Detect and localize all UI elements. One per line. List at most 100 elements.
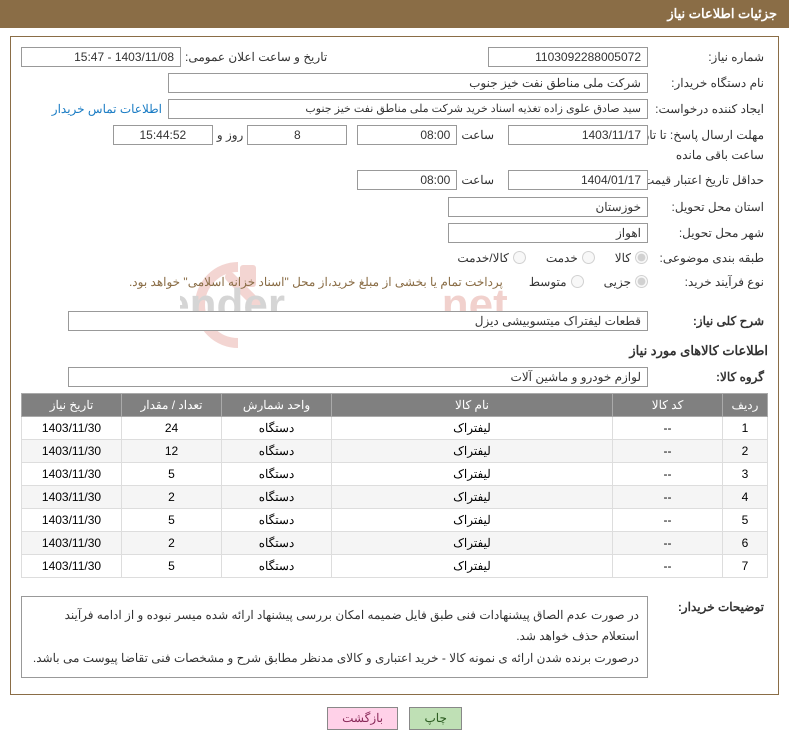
cell-qty: 12 xyxy=(122,439,222,462)
print-button[interactable]: چاپ xyxy=(409,707,461,730)
summary-label: شرح کلی نیاز: xyxy=(648,312,768,330)
radio-service-label: خدمت xyxy=(546,251,578,265)
cell-n: 6 xyxy=(723,531,768,554)
process-type-label: نوع فرآیند خرید: xyxy=(648,273,768,291)
deadline-time: 08:00 xyxy=(357,125,457,145)
cell-qty: 5 xyxy=(122,462,222,485)
need-number-label: شماره نیاز: xyxy=(648,48,768,66)
table-row: 5--لیفتراکدستگاه51403/11/30 xyxy=(22,508,768,531)
table-row: 2--لیفتراکدستگاه121403/11/30 xyxy=(22,439,768,462)
items-section-title: اطلاعات کالاهای مورد نیاز xyxy=(21,343,768,359)
price-validity-label: حداقل تاریخ اعتبار قیمت: تا تاریخ: xyxy=(648,170,768,191)
province-label: استان محل تحویل: xyxy=(648,198,768,216)
buyer-org-label: نام دستگاه خریدار: xyxy=(648,74,768,92)
radio-goods-label: کالا xyxy=(615,251,631,265)
cell-unit: دستگاه xyxy=(222,462,332,485)
deadline-date: 1403/11/17 xyxy=(508,125,648,145)
category-label: طبقه بندی موضوعی: xyxy=(648,249,768,267)
cell-code: -- xyxy=(613,439,723,462)
cell-unit: دستگاه xyxy=(222,439,332,462)
cell-name: لیفتراک xyxy=(332,485,613,508)
cell-name: لیفتراک xyxy=(332,416,613,439)
days-remaining: 8 xyxy=(247,125,347,145)
cell-name: لیفتراک xyxy=(332,554,613,577)
back-button[interactable]: بازگشت xyxy=(327,707,398,730)
radio-goods-service-label: کالا/خدمت xyxy=(457,251,508,265)
cell-qty: 2 xyxy=(122,531,222,554)
radio-medium[interactable]: متوسط xyxy=(529,275,584,289)
price-validity-time: 08:00 xyxy=(357,170,457,190)
buyer-notes-line1: در صورت عدم الصاق پیشنهادات فنی طبق فایل… xyxy=(30,605,639,648)
th-code: کد کالا xyxy=(613,393,723,416)
buyer-notes-label: توضیحات خریدار: xyxy=(648,592,768,616)
cell-code: -- xyxy=(613,508,723,531)
table-row: 4--لیفتراکدستگاه21403/11/30 xyxy=(22,485,768,508)
cell-unit: دستگاه xyxy=(222,531,332,554)
table-row: 3--لیفتراکدستگاه51403/11/30 xyxy=(22,462,768,485)
buyer-org-value: شرکت ملی مناطق نفت خیز جنوب xyxy=(168,73,648,93)
goods-group-value: لوازم خودرو و ماشین آلات xyxy=(68,367,648,387)
radio-goods-service[interactable]: کالا/خدمت xyxy=(457,251,525,265)
city-value: اهواز xyxy=(448,223,648,243)
payment-note: پرداخت تمام یا بخشی از مبلغ خرید،از محل … xyxy=(123,273,509,291)
city-label: شهر محل تحویل: xyxy=(648,224,768,242)
cell-qty: 24 xyxy=(122,416,222,439)
goods-group-label: گروه کالا: xyxy=(648,368,768,386)
cell-name: لیفتراک xyxy=(332,462,613,485)
need-number-value: 1103092288005072 xyxy=(488,47,648,67)
price-validity-date: 1404/01/17 xyxy=(508,170,648,190)
radio-service[interactable]: خدمت xyxy=(546,251,595,265)
page-title: جزئیات اطلاعات نیاز xyxy=(0,0,789,28)
table-row: 6--لیفتراکدستگاه21403/11/30 xyxy=(22,531,768,554)
buyer-notes-line2: درصورت برنده شدن ارائه ی نمونه کالا - خر… xyxy=(30,648,639,670)
radio-medium-label: متوسط xyxy=(529,275,567,289)
cell-date: 1403/11/30 xyxy=(22,485,122,508)
th-unit: واحد شمارش xyxy=(222,393,332,416)
cell-n: 2 xyxy=(723,439,768,462)
cell-unit: دستگاه xyxy=(222,485,332,508)
cell-qty: 5 xyxy=(122,554,222,577)
th-qty: تعداد / مقدار xyxy=(122,393,222,416)
buyer-notes-box: در صورت عدم الصاق پیشنهادات فنی طبق فایل… xyxy=(21,596,648,679)
items-table: ردیف کد کالا نام کالا واحد شمارش تعداد /… xyxy=(21,393,768,578)
cell-unit: دستگاه xyxy=(222,416,332,439)
cell-name: لیفتراک xyxy=(332,531,613,554)
form-panel: AriaTender .net شماره نیاز: 110309228800… xyxy=(10,36,779,695)
radio-small-label: جزیی xyxy=(604,275,631,289)
cell-code: -- xyxy=(613,416,723,439)
cell-date: 1403/11/30 xyxy=(22,462,122,485)
announce-value: 1403/11/08 - 15:47 xyxy=(21,47,181,67)
th-name: نام کالا xyxy=(332,393,613,416)
announce-label: تاریخ و ساعت اعلان عمومی: xyxy=(181,48,331,66)
price-time-label: ساعت xyxy=(457,171,498,189)
th-row: ردیف xyxy=(723,393,768,416)
cell-unit: دستگاه xyxy=(222,554,332,577)
days-label: روز و xyxy=(213,126,248,144)
remaining-label: ساعت باقی مانده xyxy=(672,146,768,164)
cell-code: -- xyxy=(613,554,723,577)
cell-date: 1403/11/30 xyxy=(22,439,122,462)
cell-n: 3 xyxy=(723,462,768,485)
radio-small[interactable]: جزیی xyxy=(604,275,648,289)
province-value: خوزستان xyxy=(448,197,648,217)
countdown: 15:44:52 xyxy=(113,125,213,145)
deadline-time-label: ساعت xyxy=(457,126,498,144)
cell-unit: دستگاه xyxy=(222,508,332,531)
th-date: تاریخ نیاز xyxy=(22,393,122,416)
cell-date: 1403/11/30 xyxy=(22,416,122,439)
cell-qty: 2 xyxy=(122,485,222,508)
cell-qty: 5 xyxy=(122,508,222,531)
table-row: 1--لیفتراکدستگاه241403/11/30 xyxy=(22,416,768,439)
cell-code: -- xyxy=(613,531,723,554)
cell-name: لیفتراک xyxy=(332,508,613,531)
radio-goods[interactable]: کالا xyxy=(615,251,648,265)
cell-code: -- xyxy=(613,485,723,508)
cell-date: 1403/11/30 xyxy=(22,554,122,577)
cell-name: لیفتراک xyxy=(332,439,613,462)
cell-n: 4 xyxy=(723,485,768,508)
cell-date: 1403/11/30 xyxy=(22,508,122,531)
deadline-label: مهلت ارسال پاسخ: تا تاریخ: xyxy=(648,125,768,146)
cell-code: -- xyxy=(613,462,723,485)
requester-value: سید صادق علوی زاده تغذیه اسناد خرید شرکت… xyxy=(168,99,648,119)
buyer-contact-link[interactable]: اطلاعات تماس خریدار xyxy=(46,100,168,118)
